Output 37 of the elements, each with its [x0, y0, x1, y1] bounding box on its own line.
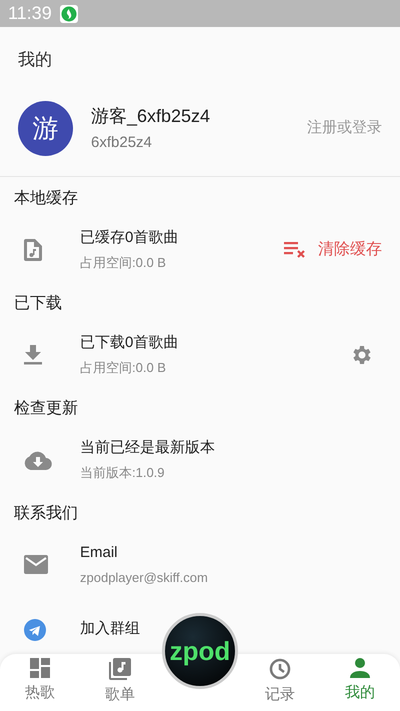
- nav-tab[interactable]: 歌单: [90, 658, 150, 707]
- mail-icon: [24, 555, 48, 574]
- nav-tab[interactable]: 记录: [250, 658, 310, 707]
- status-time: 11:39: [8, 2, 52, 25]
- cloud-download-icon: [24, 450, 52, 470]
- dashboard-icon: [30, 658, 50, 678]
- section-title: 本地缓存: [13, 188, 79, 209]
- item-subtitle: zpodplayer@skiff.com: [80, 568, 209, 587]
- person-icon: [350, 658, 370, 678]
- paper-plane-icon: [24, 618, 46, 640]
- user-name: 游客_6xfb25z4: [91, 104, 212, 128]
- clock-icon: [269, 658, 291, 680]
- item-subtitle: 占用空间:0.0 B: [80, 358, 167, 376]
- nav-tab[interactable]: 热歌: [10, 658, 70, 707]
- login-link[interactable]: 注册或登录: [307, 117, 382, 140]
- clear-cache-button[interactable]: 清除缓存: [284, 238, 382, 262]
- item-title: 当前已经是最新版本: [80, 438, 216, 458]
- music-file-icon: [24, 238, 42, 260]
- item-subtitle: 占用空间:0.0 B: [80, 254, 167, 272]
- section-title: 联系我们: [13, 504, 79, 524]
- item-title: 已缓存0首歌曲: [80, 228, 180, 248]
- item-title: 已下载0首歌曲: [80, 333, 180, 353]
- item-subtitle: 当前版本:1.0.9: [80, 464, 166, 482]
- app-notification-icon: [60, 4, 78, 22]
- item-title: Email: [80, 543, 119, 563]
- player-button[interactable]: zpod: [162, 613, 238, 689]
- item-title: 加入群组: [80, 619, 141, 640]
- avatar: 游: [18, 101, 73, 156]
- user-id: 6xfb25z4: [91, 132, 153, 153]
- profile-card[interactable]: 游 游客_6xfb25z4 6xfb25z4 注册或登录: [0, 101, 400, 177]
- nav-tab[interactable]: 我的: [330, 658, 390, 707]
- page-title: 我的: [18, 50, 52, 69]
- section-title: 检查更新: [13, 398, 79, 419]
- clear-list-icon: [284, 242, 306, 258]
- download-icon: [24, 344, 42, 364]
- music-library-icon: [109, 658, 131, 680]
- section-title: 已下载: [13, 294, 63, 314]
